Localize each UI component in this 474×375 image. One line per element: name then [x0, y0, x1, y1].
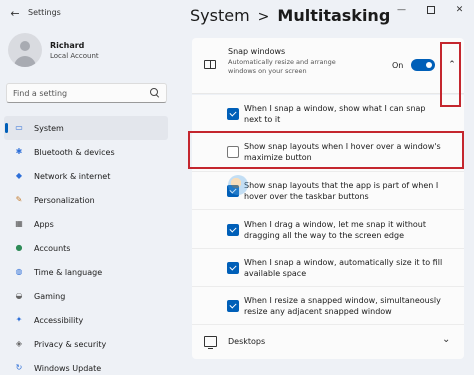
app-title: Settings	[28, 8, 61, 17]
profile-name: Richard	[50, 40, 85, 50]
snap-option-label: Show snap layouts that the app is part o…	[244, 181, 439, 201]
update-icon: ↻	[15, 363, 23, 372]
sidebar-item-accessibility[interactable]: ✦ Accessibility	[4, 308, 168, 332]
close-button[interactable]: ✕	[445, 0, 474, 20]
sidebar-item-gaming[interactable]: ◒ Gaming	[4, 284, 168, 308]
desktops-monitor-icon	[204, 336, 217, 350]
search-icon[interactable]	[150, 88, 160, 98]
snap-option-label: When I drag a window, let me snap it wit…	[244, 219, 427, 240]
breadcrumb-system[interactable]: System	[190, 6, 250, 25]
profile-account-type: Local Account	[50, 51, 99, 60]
snap-option-row[interactable]: When I snap a window, show what I can sn…	[192, 95, 464, 132]
search-input[interactable]	[13, 88, 150, 98]
sidebar-item-personalization[interactable]: ✎ Personalization	[4, 188, 168, 212]
snap-windows-icon	[204, 60, 216, 69]
checkbox-checked[interactable]	[227, 262, 239, 274]
accounts-icon: ●	[15, 243, 23, 252]
sidebar-item-label: Privacy & security	[34, 339, 107, 349]
window-controls: — ✕	[387, 0, 474, 20]
sidebar-item-label: Accessibility	[34, 315, 84, 325]
snap-windows-toggle[interactable]	[411, 59, 435, 71]
sidebar-item-label: Apps	[34, 219, 54, 229]
sidebar-item-windows-update[interactable]: ↻ Windows Update	[4, 356, 168, 375]
sidebar-item-label: Network & internet	[34, 171, 111, 181]
toggle-state-label: On	[392, 61, 404, 70]
breadcrumb: System > Multitasking	[190, 6, 390, 25]
user-profile[interactable]: Richard Local Account	[8, 33, 99, 67]
sidebar-item-label: Bluetooth & devices	[34, 147, 115, 157]
sidebar-item-label: Gaming	[34, 291, 66, 301]
desktops-label: Desktops	[228, 337, 266, 346]
snap-windows-header[interactable]: Snap windows Automatically resize and ar…	[192, 38, 464, 94]
snap-option-label: When I resize a snapped window, simultan…	[244, 296, 441, 316]
back-arrow-icon[interactable]: ←	[8, 7, 22, 21]
brush-icon: ✎	[15, 195, 23, 204]
search-box[interactable]	[6, 83, 167, 103]
avatar	[8, 33, 42, 67]
sidebar-item-accounts[interactable]: ● Accounts	[4, 236, 168, 260]
chevron-down-icon[interactable]: ⌄	[442, 334, 450, 345]
desktops-section[interactable]: Desktops ⌄	[192, 325, 464, 359]
minimize-button[interactable]: —	[387, 0, 416, 20]
snap-option-row[interactable]: When I drag a window, let me snap it wit…	[192, 210, 464, 249]
watermark-logo	[228, 175, 248, 195]
snap-option-row[interactable]: When I resize a snapped window, simultan…	[192, 287, 464, 325]
snap-option-row[interactable]: When I snap a window, automatically size…	[192, 249, 464, 287]
checkbox-checked[interactable]	[227, 300, 239, 312]
sidebar-item-apps[interactable]: ▦ Apps	[4, 212, 168, 236]
breadcrumb-separator: >	[257, 9, 270, 25]
snap-option-label: When I snap a window, show what I can sn…	[244, 103, 426, 124]
sidebar-item-privacy-security[interactable]: ◈ Privacy & security	[4, 332, 168, 356]
sidebar-item-label: System	[34, 123, 64, 133]
apps-icon: ▦	[15, 219, 23, 228]
sidebar-item-label: Time & language	[34, 267, 103, 277]
sidebar-item-label: Windows Update	[34, 363, 102, 373]
bluetooth-icon: ✱	[15, 147, 23, 156]
maximize-icon	[426, 6, 435, 14]
accessibility-icon: ✦	[15, 315, 23, 324]
sidebar-nav: ▭ System ✱ Bluetooth & devices ◆ Network & in…	[4, 116, 168, 375]
globe-icon: ◍	[15, 267, 23, 276]
gaming-icon: ◒	[15, 291, 23, 300]
wifi-icon: ◆	[15, 171, 23, 180]
snap-option-label: When I snap a window, automatically size…	[244, 258, 443, 278]
highlight-box-collapse	[440, 42, 461, 107]
snap-windows-description: Automatically resize and arrange windows…	[228, 58, 336, 75]
sidebar-item-system[interactable]: ▭ System	[4, 116, 168, 140]
maximize-button[interactable]	[416, 0, 445, 20]
sidebar-item-label: Accounts	[34, 243, 71, 253]
sidebar-item-time-language[interactable]: ◍ Time & language	[4, 260, 168, 284]
system-icon: ▭	[15, 123, 23, 132]
page-title: Multitasking	[277, 6, 391, 25]
snap-windows-title: Snap windows	[228, 47, 286, 56]
highlight-box-snap-layouts-option	[188, 131, 464, 169]
sidebar-item-label: Personalization	[34, 195, 95, 205]
sidebar-item-bluetooth-devices[interactable]: ✱ Bluetooth & devices	[4, 140, 168, 164]
checkbox-checked[interactable]	[227, 223, 239, 236]
shield-icon: ◈	[15, 339, 23, 348]
sidebar-item-network-internet[interactable]: ◆ Network & internet	[4, 164, 168, 188]
avatar-person-icon	[20, 41, 30, 51]
checkbox-checked[interactable]	[227, 107, 239, 120]
